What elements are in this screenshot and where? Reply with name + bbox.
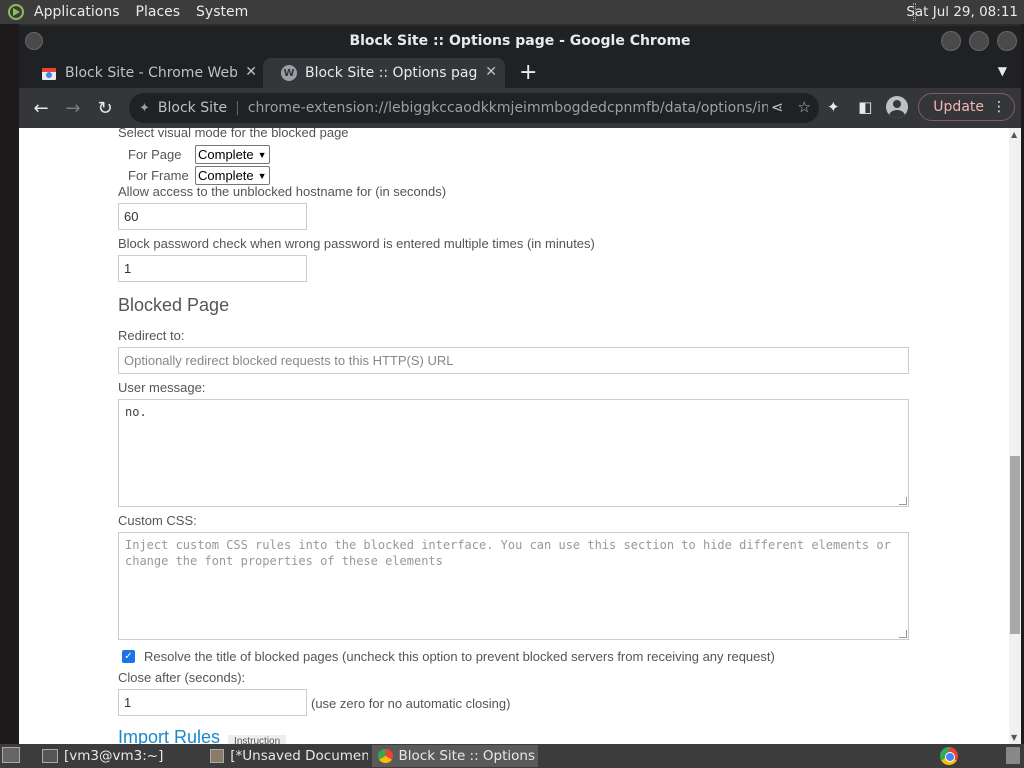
close-after-input[interactable]: 1 <box>118 689 307 716</box>
task-label: [*Unsaved Document... <box>230 748 368 764</box>
puzzle-piece-icon: ✦ <box>139 100 150 116</box>
bookmark-star-icon[interactable]: ☆ <box>798 98 811 116</box>
instruction-button[interactable]: Instruction <box>228 735 287 744</box>
reload-icon[interactable]: ↻ <box>91 94 119 122</box>
tab-close-icon[interactable]: ✕ <box>245 64 257 80</box>
redirect-label: Redirect to: <box>118 328 185 343</box>
redirect-input[interactable]: Optionally redirect blocked requests to … <box>118 347 909 374</box>
omnibox-divider: | <box>235 100 240 116</box>
resize-handle-icon[interactable] <box>899 630 907 638</box>
terminal-icon <box>42 749 58 763</box>
page-viewport: Select visual mode for the blocked page … <box>19 128 1009 744</box>
allow-access-label: Allow access to the unblocked hostname f… <box>118 184 447 199</box>
tab-close-icon[interactable]: ✕ <box>485 64 497 80</box>
site-chip: Block Site <box>157 100 228 116</box>
window-menu-icon[interactable] <box>25 32 43 50</box>
text-editor-icon <box>210 749 225 763</box>
task-text-editor[interactable]: [*Unsaved Document... <box>204 745 368 767</box>
visual-mode-label: Select visual mode for the blocked page <box>118 128 349 140</box>
extension-favicon-icon: W <box>281 65 297 81</box>
import-rules-row: Import Rules Instruction <box>118 727 287 744</box>
tab-chrome-web-store[interactable]: Block Site - Chrome Web Store ✕ <box>23 58 265 88</box>
resolve-title-checkbox[interactable]: ✓ <box>122 650 135 663</box>
for-frame-select[interactable]: Complete ▼ <box>195 166 270 185</box>
top-panel: Applications Places System Sat Jul 29, 0… <box>0 0 1024 24</box>
menu-places[interactable]: Places <box>136 4 181 20</box>
taskbar: [vm3@vm3:~] [*Unsaved Document... Block … <box>0 744 1024 768</box>
scroll-up-arrow-icon[interactable]: ▲ <box>1011 130 1017 139</box>
chrome-web-store-icon <box>41 65 57 81</box>
new-tab-icon[interactable]: + <box>519 60 537 85</box>
import-rules-heading[interactable]: Import Rules <box>118 727 220 744</box>
task-chrome[interactable]: Block Site :: Options ... <box>372 745 538 767</box>
menu-applications[interactable]: Applications <box>34 4 120 20</box>
block-password-input[interactable]: 1 <box>118 255 307 282</box>
user-message-label: User message: <box>118 380 206 395</box>
desktop-background <box>0 24 19 744</box>
address-bar[interactable]: ✦ Block Site | chrome-extension://lebigg… <box>129 93 819 123</box>
window-titlebar[interactable]: Block Site :: Options page - Google Chro… <box>19 26 1021 56</box>
page-scrollbar[interactable]: ▲ ▼ <box>1009 128 1021 744</box>
update-button[interactable]: Update ⋮ <box>918 93 1015 121</box>
block-password-label: Block password check when wrong password… <box>118 236 595 251</box>
url-text[interactable]: chrome-extension://lebiggkccaodkkmjeimmb… <box>248 100 768 116</box>
custom-css-textarea[interactable]: Inject custom CSS rules into the blocked… <box>118 532 909 640</box>
tab-search-chevron-icon[interactable]: ▼ <box>998 64 1007 78</box>
close-window-button[interactable] <box>997 31 1017 51</box>
tray-chrome-icon[interactable] <box>940 747 958 765</box>
user-message-textarea[interactable]: no. <box>118 399 909 507</box>
resolve-title-label: Resolve the title of blocked pages (unch… <box>144 649 775 664</box>
tab-title: Block Site :: Options page <box>305 65 477 81</box>
resolve-title-row: ✓ Resolve the title of blocked pages (un… <box>122 649 775 664</box>
forward-arrow-icon[interactable]: → <box>59 94 87 122</box>
for-frame-label: For Frame <box>128 168 189 183</box>
extensions-puzzle-icon[interactable]: ✦ <box>822 98 844 116</box>
for-page-label: For Page <box>128 147 182 162</box>
tab-strip: Block Site - Chrome Web Store ✕ W Block … <box>19 56 1021 88</box>
scroll-down-arrow-icon[interactable]: ▼ <box>1011 733 1017 742</box>
tab-title: Block Site - Chrome Web Store <box>65 65 237 81</box>
chrome-icon <box>378 749 393 763</box>
tab-block-site-options[interactable]: W Block Site :: Options page ✕ <box>263 58 505 88</box>
show-desktop-icon[interactable] <box>2 747 20 763</box>
chevron-down-icon: ▼ <box>257 149 267 160</box>
browser-toolbar: ← → ↻ ✦ Block Site | chrome-extension://… <box>19 88 1021 128</box>
scroll-thumb[interactable] <box>1010 456 1020 634</box>
user-message-text: no. <box>125 405 147 419</box>
kebab-menu-icon[interactable]: ⋮ <box>992 99 1006 115</box>
select-value: Complete <box>198 168 254 183</box>
trash-icon[interactable] <box>1006 747 1020 764</box>
update-label: Update <box>933 99 984 115</box>
task-terminal[interactable]: [vm3@vm3:~] <box>36 745 200 767</box>
resize-handle-icon[interactable] <box>899 497 907 505</box>
chevron-down-icon: ▼ <box>257 170 267 181</box>
side-panel-icon[interactable]: ◧ <box>854 98 876 116</box>
close-after-label: Close after (seconds): <box>118 670 246 685</box>
select-value: Complete <box>198 147 254 162</box>
share-icon[interactable]: ⋖ <box>771 98 784 116</box>
menu-system[interactable]: System <box>196 4 248 20</box>
profile-avatar-icon[interactable] <box>886 96 909 118</box>
task-label: [vm3@vm3:~] <box>64 748 164 764</box>
maximize-button[interactable] <box>969 31 989 51</box>
for-page-select[interactable]: Complete ▼ <box>195 145 270 164</box>
custom-css-placeholder: Inject custom CSS rules into the blocked… <box>125 538 891 568</box>
for-frame-row: For Frame Complete ▼ <box>128 166 270 185</box>
custom-css-label: Custom CSS: <box>118 513 197 528</box>
close-after-hint: (use zero for no automatic closing) <box>311 696 511 711</box>
back-arrow-icon[interactable]: ← <box>27 94 55 122</box>
clock[interactable]: Sat Jul 29, 08:11 <box>906 4 1018 20</box>
task-label: Block Site :: Options ... <box>398 748 538 764</box>
minimize-button[interactable] <box>941 31 961 51</box>
distro-logo-icon[interactable] <box>6 2 26 22</box>
for-page-row: For Page Complete ▼ <box>128 145 270 164</box>
blocked-page-heading: Blocked Page <box>118 295 230 315</box>
window-title: Block Site :: Options page - Google Chro… <box>349 33 691 49</box>
allow-access-input[interactable]: 60 <box>118 203 307 230</box>
